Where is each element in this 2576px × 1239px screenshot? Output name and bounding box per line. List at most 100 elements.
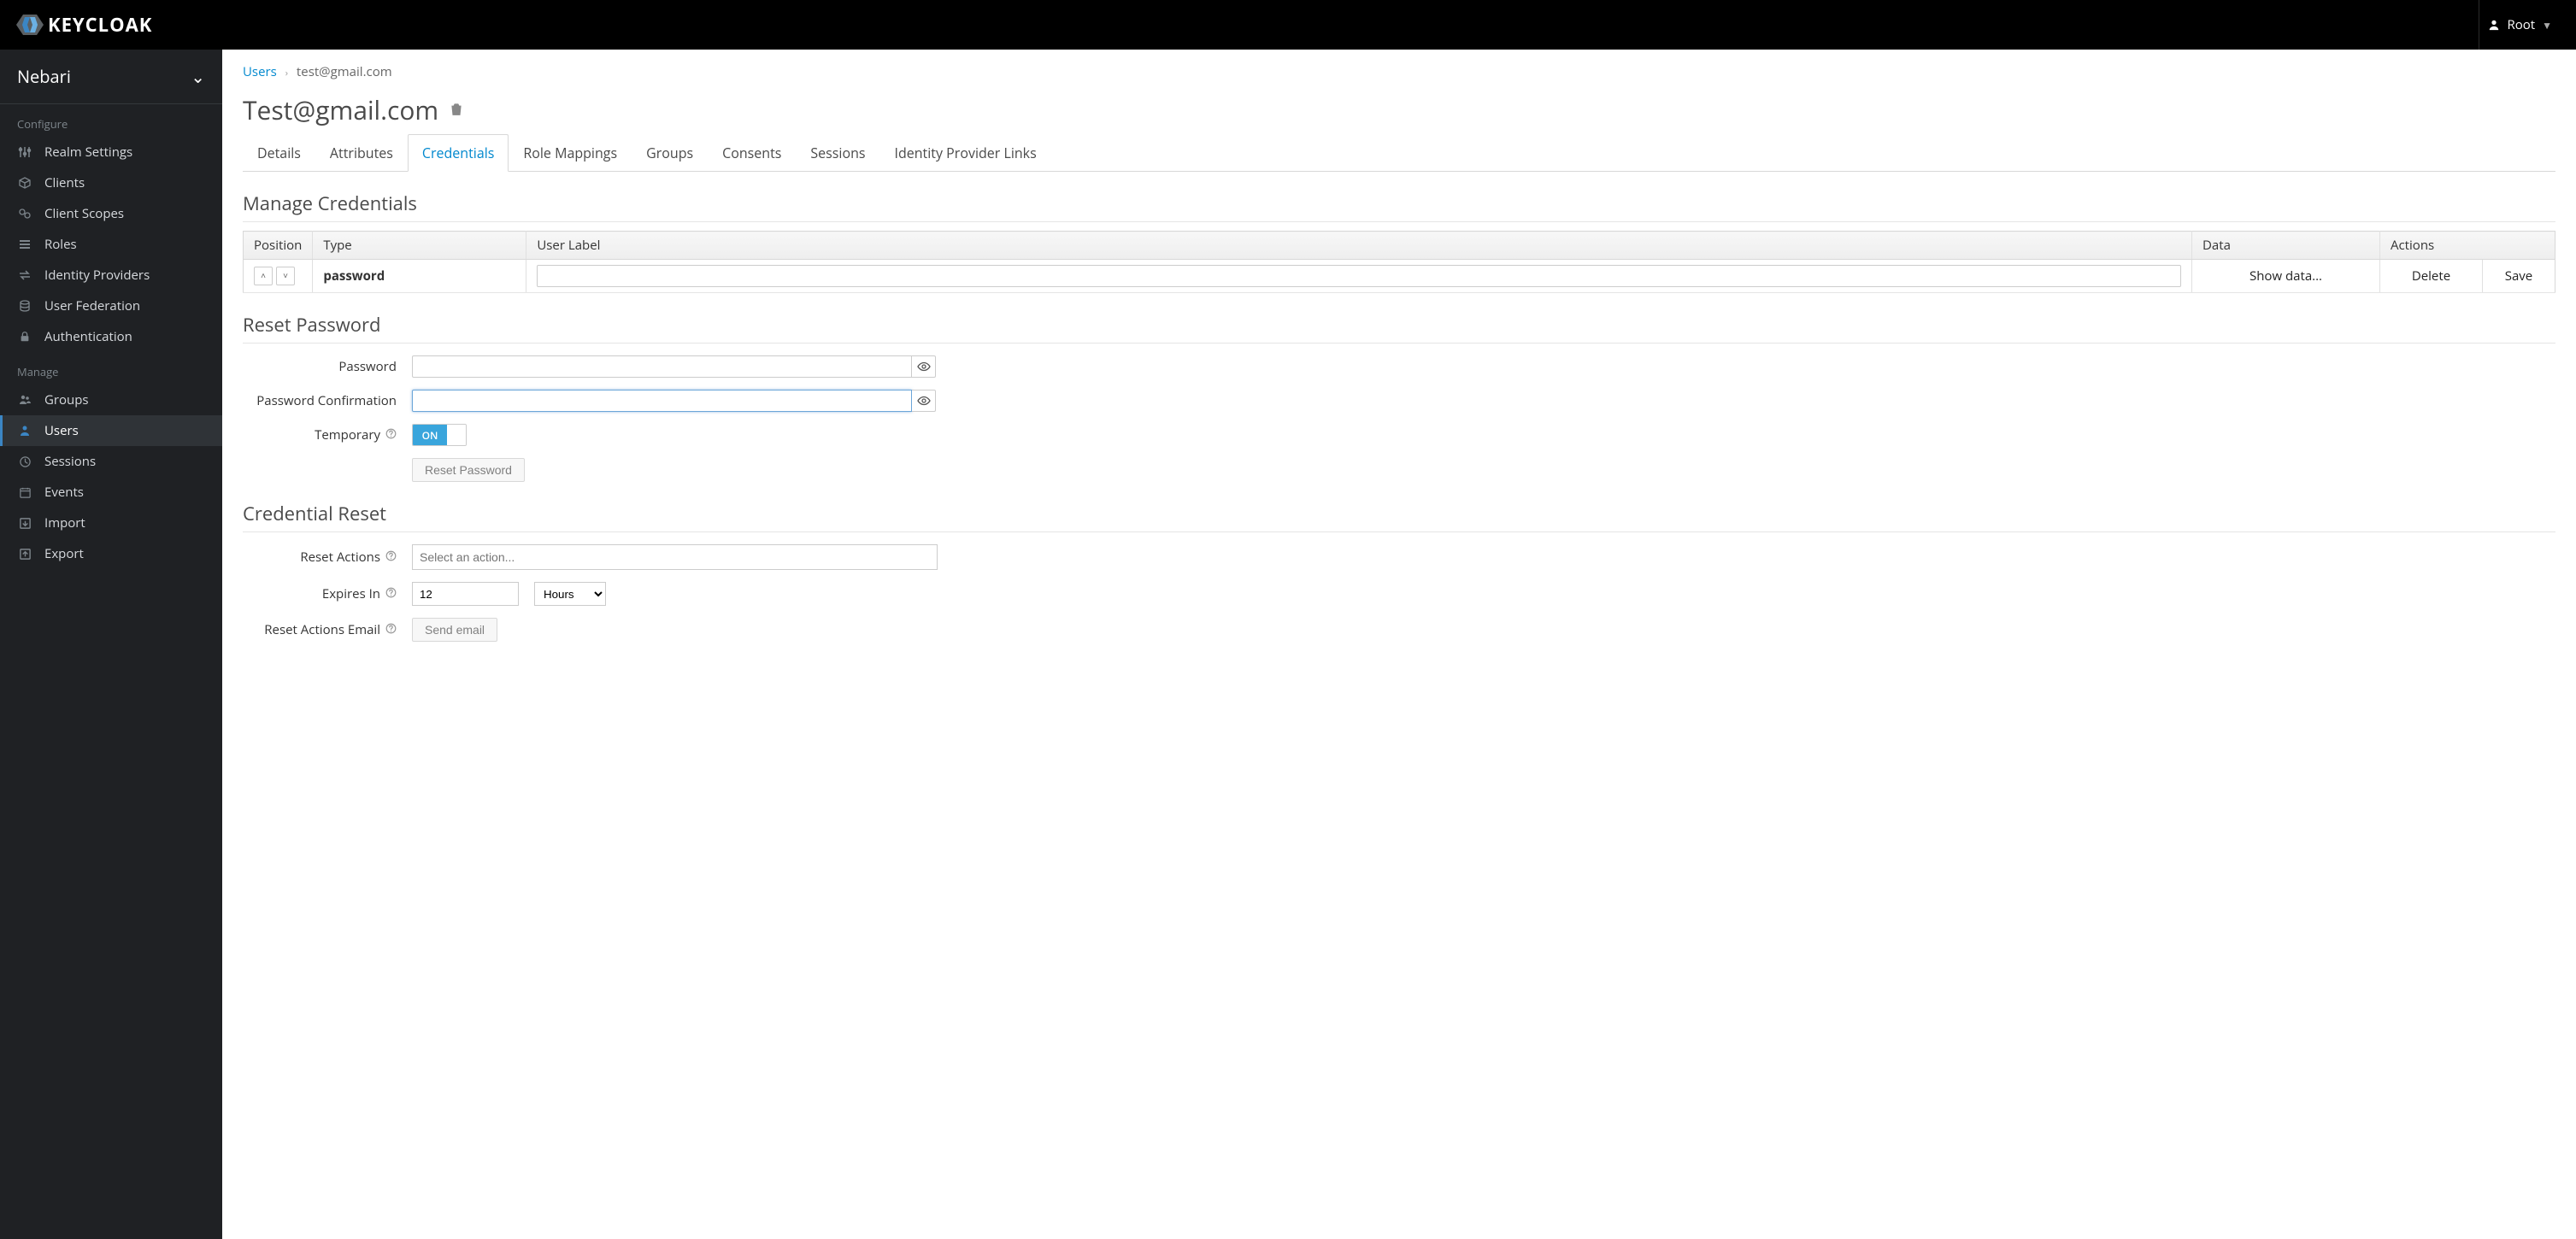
sidebar-item-user-federation[interactable]: User Federation <box>0 291 222 321</box>
credential-row: ˄ ˅ password Show data... Delete Save <box>244 260 2555 293</box>
sidebar-item-import[interactable]: Import <box>0 508 222 538</box>
sidebar-item-label: Sessions <box>44 453 96 470</box>
user-icon <box>2488 19 2500 31</box>
tab-role-mappings[interactable]: Role Mappings <box>509 134 632 172</box>
breadcrumb-parent[interactable]: Users <box>243 63 277 80</box>
realm-selector[interactable]: Nebari ⌄ <box>0 50 222 104</box>
scopes-icon <box>17 206 32 221</box>
sidebar-item-sessions[interactable]: Sessions <box>0 446 222 477</box>
toggle-password-visibility[interactable] <box>912 355 936 378</box>
brand-text: KEYCLOAK <box>48 12 152 38</box>
users-icon <box>17 392 32 408</box>
sidebar-item-label: Users <box>44 422 79 439</box>
sidebar-item-export[interactable]: Export <box>0 538 222 569</box>
help-icon[interactable] <box>385 549 397 565</box>
calendar-icon <box>17 484 32 500</box>
section-manage-title: Manage <box>0 352 222 385</box>
list-icon <box>17 237 32 252</box>
sidebar-item-label: Groups <box>44 391 89 408</box>
sidebar-item-clients[interactable]: Clients <box>0 167 222 198</box>
th-type: Type <box>313 232 526 260</box>
sidebar-item-label: Client Scopes <box>44 205 124 222</box>
password-confirm-input[interactable] <box>412 390 912 412</box>
sidebar-item-events[interactable]: Events <box>0 477 222 508</box>
main-content: Users › test@gmail.com Test@gmail.com De… <box>222 50 2576 1239</box>
move-up-button[interactable]: ˄ <box>254 267 273 285</box>
page-title: Test@gmail.com <box>243 92 2555 127</box>
sidebar-item-groups[interactable]: Groups <box>0 385 222 415</box>
sidebar-item-label: User Federation <box>44 297 140 314</box>
sidebar-item-label: Authentication <box>44 328 132 345</box>
import-icon <box>17 515 32 531</box>
brand-logo[interactable]: KEYCLOAK <box>15 12 152 38</box>
save-cred-link[interactable]: Save <box>2483 260 2555 293</box>
reset-actions-select[interactable] <box>412 544 938 570</box>
tab-consents[interactable]: Consents <box>708 134 796 172</box>
section-credential-reset: Credential Reset <box>243 501 2555 532</box>
reset-actions-label: Reset Actions <box>243 549 397 566</box>
sliders-icon <box>17 144 32 160</box>
breadcrumb: Users › test@gmail.com <box>243 63 2555 80</box>
password-label: Password <box>243 358 397 375</box>
move-down-button[interactable]: ˅ <box>276 267 295 285</box>
temporary-toggle[interactable]: ON <box>412 424 467 446</box>
sidebar-item-realm-settings[interactable]: Realm Settings <box>0 137 222 167</box>
credentials-table: Position Type User Label Data Actions ˄ … <box>243 231 2555 293</box>
password-confirm-label: Password Confirmation <box>243 392 397 409</box>
tabs: Details Attributes Credentials Role Mapp… <box>243 134 2555 172</box>
sidebar-item-users[interactable]: Users <box>0 415 222 446</box>
chevron-down-icon: ⌄ <box>191 65 205 88</box>
expires-label: Expires In <box>243 585 397 602</box>
lock-icon <box>17 329 32 344</box>
eye-icon <box>917 394 931 408</box>
realm-name: Nebari <box>17 65 71 88</box>
th-data: Data <box>2192 232 2380 260</box>
expires-unit-select[interactable]: Hours <box>534 582 606 606</box>
user-label: Root <box>2507 16 2535 33</box>
reset-email-label: Reset Actions Email <box>243 621 397 638</box>
help-icon[interactable] <box>385 427 397 443</box>
send-email-button[interactable]: Send email <box>412 618 497 642</box>
user-icon <box>17 423 32 438</box>
sidebar-item-client-scopes[interactable]: Client Scopes <box>0 198 222 229</box>
exchange-icon <box>17 267 32 283</box>
delete-user-icon[interactable] <box>449 98 464 121</box>
cred-type: password <box>323 267 385 285</box>
toggle-confirm-visibility[interactable] <box>912 390 936 412</box>
reset-password-button[interactable]: Reset Password <box>412 458 525 482</box>
sidebar-item-label: Roles <box>44 236 77 253</box>
export-icon <box>17 546 32 561</box>
section-reset-password: Reset Password <box>243 312 2555 344</box>
breadcrumb-current: test@gmail.com <box>297 63 392 80</box>
show-data-link[interactable]: Show data... <box>2192 260 2380 293</box>
tab-sessions[interactable]: Sessions <box>796 134 879 172</box>
tab-details[interactable]: Details <box>243 134 315 172</box>
tab-idp-links[interactable]: Identity Provider Links <box>880 134 1051 172</box>
th-user-label: User Label <box>526 232 2192 260</box>
expires-value-input[interactable] <box>412 582 519 606</box>
cube-icon <box>17 175 32 191</box>
delete-cred-link[interactable]: Delete <box>2380 260 2483 293</box>
tab-attributes[interactable]: Attributes <box>315 134 408 172</box>
th-actions: Actions <box>2380 232 2555 260</box>
sidebar-item-identity-providers[interactable]: Identity Providers <box>0 260 222 291</box>
sidebar-item-label: Events <box>44 484 84 501</box>
sidebar-item-label: Identity Providers <box>44 267 150 284</box>
help-icon[interactable] <box>385 622 397 637</box>
sidebar-item-authentication[interactable]: Authentication <box>0 321 222 352</box>
sidebar-item-label: Realm Settings <box>44 144 132 161</box>
temporary-label: Temporary <box>243 426 397 443</box>
tab-groups[interactable]: Groups <box>632 134 708 172</box>
user-label-input[interactable] <box>537 265 2181 287</box>
sidebar-item-label: Clients <box>44 174 85 191</box>
th-position: Position <box>244 232 313 260</box>
sidebar-item-roles[interactable]: Roles <box>0 229 222 260</box>
help-icon[interactable] <box>385 586 397 602</box>
user-menu[interactable]: Root ▼ <box>2479 0 2561 50</box>
tab-credentials[interactable]: Credentials <box>408 134 509 172</box>
password-input[interactable] <box>412 355 912 378</box>
section-manage-credentials: Manage Credentials <box>243 191 2555 222</box>
section-configure-title: Configure <box>0 104 222 137</box>
eye-icon <box>917 360 931 373</box>
sidebar-item-label: Import <box>44 514 85 531</box>
